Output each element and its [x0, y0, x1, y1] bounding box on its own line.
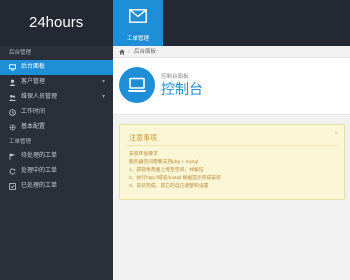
sidebar-item-dashboard[interactable]: 后台面板: [0, 60, 113, 75]
notice-line: 1、获取免费版上传至空间，并解压: [129, 168, 204, 173]
dashboard-badge: [119, 67, 155, 103]
home-icon[interactable]: [119, 49, 125, 55]
sidebar-item-processed-tickets[interactable]: 已处理的工单: [0, 179, 113, 194]
sidebar-item-basic-config[interactable]: 基本配置: [0, 120, 113, 135]
sidebar-section-heading: 后台管理: [9, 50, 32, 56]
sidebar-item-label: 后台面板: [21, 64, 46, 70]
brand-title[interactable]: 24hours: [0, 0, 113, 46]
topnav-tickets[interactable]: 工单管理: [113, 0, 163, 46]
breadcrumb: › 后台面板: [113, 46, 350, 58]
flag-icon: [9, 153, 16, 160]
check-list-icon: [9, 183, 16, 190]
chevron-down-icon: ▾: [101, 94, 105, 100]
users-icon: [9, 95, 16, 101]
desktop-icon: [9, 64, 16, 71]
top-header: 24hours 工单管理: [0, 0, 350, 46]
notice-line: 2、执行http://域名/install 根据提示完成安装: [129, 176, 221, 181]
sidebar-item-label: 处理中的工单: [21, 168, 58, 174]
sidebar-item-label: 工作时间: [21, 109, 46, 115]
laptop-icon: [127, 77, 147, 92]
page-header: 控制台面板 控制台: [113, 58, 350, 115]
close-icon[interactable]: ×: [334, 131, 338, 137]
chevron-down-icon: ▾: [101, 79, 105, 85]
sidebar-item-customers[interactable]: 客户管理 ▾: [0, 75, 113, 90]
notice-divider: [127, 145, 337, 146]
sidebar-item-work-hours[interactable]: 工作时间: [0, 105, 113, 120]
refresh-icon: [9, 168, 16, 175]
clock-icon: [9, 109, 16, 116]
sidebar-item-processing-tickets[interactable]: 处理中的工单: [0, 164, 113, 179]
notice-title: 注意事项: [129, 135, 157, 142]
sidebar-item-maintenance-staff[interactable]: 维保人员管理 ▾: [0, 90, 113, 105]
user-icon: [9, 79, 16, 86]
sidebar-item-label: 客户管理: [21, 79, 46, 85]
notice-line: 安装环境要求: [129, 152, 158, 157]
breadcrumb-separator: ›: [128, 49, 130, 55]
notice-line: 3、安装完成，其它的自已调整和设置: [129, 184, 209, 189]
sidebar-item-label: 已处理的工单: [21, 183, 58, 189]
sidebar-section-heading: 工单管理: [9, 139, 32, 145]
notice-alert: 注意事项 × 安装环境要求 服务器空间需要支持php + mysql 1、获取免…: [119, 124, 345, 200]
sidebar-item-pending-tickets[interactable]: 待处理的工单: [0, 149, 113, 164]
sidebar-item-label: 维保人员管理: [21, 94, 58, 100]
mail-icon: [129, 9, 147, 23]
sidebar: 后台管理 后台面板 客户管理 ▾ 维保人员管理 ▾ 工作时间 基本配置 工单管理…: [0, 46, 113, 280]
notice-line: 服务器空间需要支持php + mysql: [129, 160, 199, 165]
topnav-tickets-label: 工单管理: [126, 36, 149, 42]
sidebar-item-label: 待处理的工单: [21, 153, 58, 159]
page-title: 控制台: [161, 81, 203, 97]
breadcrumb-current[interactable]: 后台面板: [134, 46, 156, 58]
gear-icon: [9, 124, 16, 131]
sidebar-item-label: 基本配置: [21, 124, 46, 130]
